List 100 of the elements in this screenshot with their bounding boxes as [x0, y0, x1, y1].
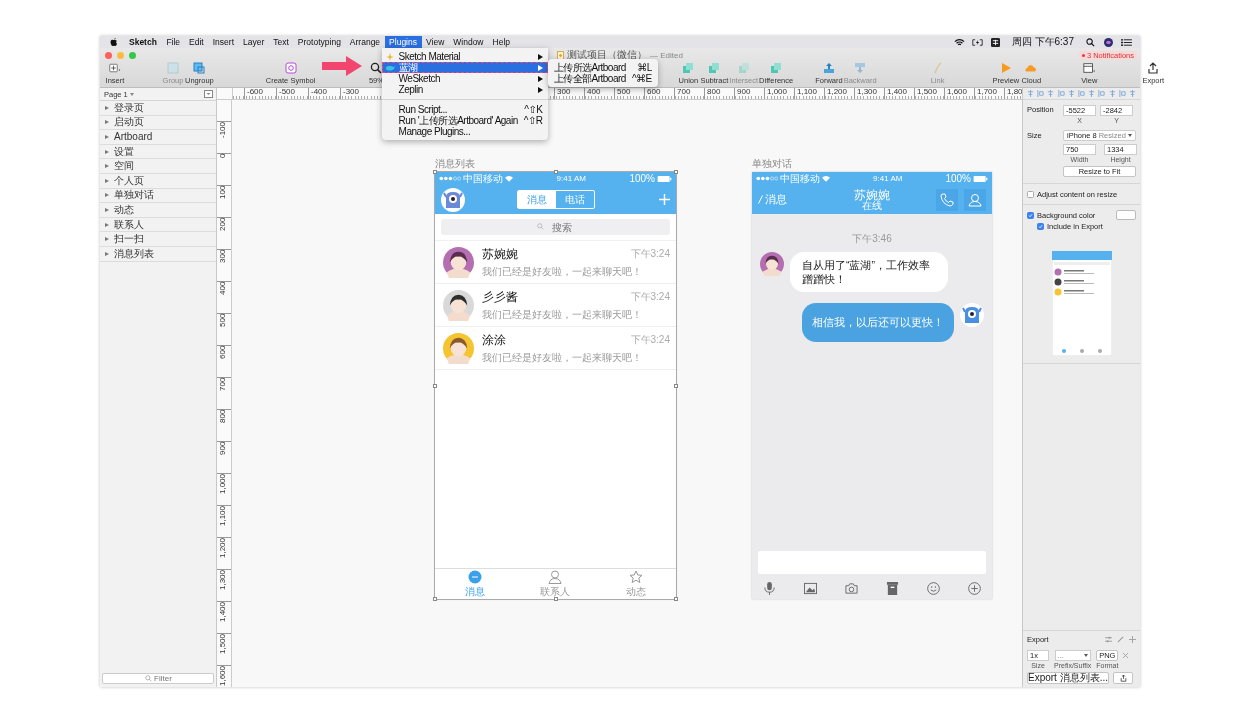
window-icon	[1083, 62, 1096, 74]
filter-field[interactable]: Filter	[102, 673, 214, 684]
checkbox[interactable]	[1027, 211, 1034, 219]
menu-item[interactable]: Insert	[208, 36, 239, 48]
artboard-name[interactable]: 消息列表	[435, 158, 475, 170]
menu-item[interactable]: Run '上传所选Artboard' Again ^⇧R	[381, 115, 548, 126]
color-swatch[interactable]	[1116, 210, 1136, 220]
disclosure-triangle[interactable]	[105, 193, 109, 198]
box-icon[interactable]	[886, 582, 899, 595]
menu-item[interactable]: Edit	[184, 36, 209, 48]
layer-list-row[interactable]: 联系人	[100, 217, 216, 233]
artboard-name[interactable]: 单独对话	[752, 158, 792, 170]
layer-list-row[interactable]: 单独对话	[100, 188, 216, 204]
monster-avatar-icon[interactable]	[441, 187, 465, 212]
disclosure-triangle[interactable]	[105, 207, 109, 212]
layer-list-row[interactable]: 消息列表	[100, 246, 216, 262]
alignment-icon[interactable]	[1128, 90, 1136, 97]
menu-item[interactable]: Arrange	[345, 36, 385, 48]
add-icon[interactable]	[1129, 635, 1136, 643]
microphone-icon[interactable]	[763, 582, 776, 595]
selection-handle[interactable]	[674, 383, 678, 388]
disclosure-triangle[interactable]	[105, 178, 109, 183]
menu-item[interactable]: Prototyping	[293, 36, 346, 48]
disclosure-triangle[interactable]	[105, 222, 109, 227]
menu-item[interactable]: Layer	[238, 36, 269, 48]
wifi-icon[interactable]	[953, 37, 965, 47]
apple-icon[interactable]	[110, 37, 118, 47]
alignment-icon[interactable]	[1027, 90, 1034, 97]
selection-handle[interactable]	[674, 597, 678, 601]
layer-list-row[interactable]: 空间	[100, 159, 216, 174]
checkbox[interactable]	[1037, 222, 1044, 230]
menu-item[interactable]: Help	[488, 36, 515, 48]
share-button[interactable]	[1113, 672, 1133, 684]
add-icon[interactable]	[968, 582, 981, 595]
disclosure-triangle[interactable]	[105, 251, 109, 256]
search-icon[interactable]	[1085, 37, 1096, 47]
collapse-icon[interactable]	[204, 90, 213, 98]
alignment-icon[interactable]	[1057, 90, 1065, 97]
layer-list-row[interactable]: 扫一扫	[100, 232, 216, 247]
image-icon[interactable]	[804, 582, 817, 595]
export-button[interactable]: Export 消息列表...	[1027, 672, 1109, 684]
back-chevron-icon[interactable]	[758, 195, 763, 204]
alignment-icon[interactable]	[1067, 90, 1075, 97]
menu-item[interactable]: File	[161, 36, 185, 48]
disclosure-triangle[interactable]	[105, 135, 109, 139]
battery-icon[interactable]	[971, 37, 983, 47]
search-field[interactable]: 搜索	[441, 219, 670, 235]
knife-icon[interactable]	[1117, 635, 1124, 643]
alignment-icon[interactable]	[1088, 90, 1096, 97]
alignment-icon[interactable]	[1118, 90, 1126, 97]
layer-list-row[interactable]: 动态	[100, 203, 216, 218]
layer-list-row[interactable]: 个人页	[100, 173, 216, 189]
menu-item[interactable]: 上传所选Artboard ⌘L	[547, 62, 658, 73]
artboard[interactable]: 中国移动 9:41 AM 100% 消息 苏婉婉 在线 下午3:46 自从用了“蓝湖”，工作效率蹭蹭快！ 相信我，以后还可以更快！	[752, 172, 992, 599]
layer-list-row[interactable]: 登录页	[100, 101, 216, 116]
menu-item[interactable]: Manage Plugins...	[381, 126, 548, 137]
selection-handle[interactable]	[553, 170, 558, 174]
menu-item[interactable]: Text	[268, 36, 294, 48]
selection-handle[interactable]	[674, 170, 678, 174]
disclosure-triangle[interactable]	[105, 164, 109, 169]
disclosure-triangle[interactable]	[105, 149, 109, 154]
layer-list-row[interactable]: 设置	[100, 144, 216, 160]
selection-handle[interactable]	[433, 170, 437, 174]
profile-button[interactable]	[964, 188, 986, 211]
input-method-icon[interactable]	[989, 37, 1001, 47]
alignment-icon[interactable]	[1098, 90, 1106, 97]
menu-item[interactable]: 上传全部Artboard ^⌘E	[547, 73, 658, 84]
alignment-icon[interactable]	[1108, 90, 1116, 97]
menu-item[interactable]: WeSketch	[381, 73, 548, 84]
disclosure-triangle[interactable]	[105, 120, 109, 125]
sliders-icon[interactable]	[1105, 635, 1112, 643]
clock[interactable]: 周四 下午6:37	[1011, 35, 1074, 49]
battery-label: 100%	[629, 173, 655, 184]
menu-item[interactable]: Plugins	[384, 36, 422, 48]
layer-list-row[interactable]: Artboard	[100, 130, 216, 145]
siri-icon[interactable]	[1103, 37, 1114, 47]
camera-icon[interactable]	[845, 582, 858, 595]
alignment-icon[interactable]	[1047, 90, 1055, 97]
menu-item[interactable]: Run Script... ^⇧K	[381, 104, 548, 115]
close-icon[interactable]	[1123, 653, 1129, 658]
selection-handle[interactable]	[433, 383, 437, 388]
menu-item[interactable]: View	[421, 36, 449, 48]
emoji-icon[interactable]	[927, 582, 940, 595]
app-menu[interactable]: Sketch	[124, 37, 162, 47]
close-button[interactable]	[105, 51, 112, 59]
selection-handle[interactable]	[433, 597, 437, 601]
zoom-button[interactable]	[129, 51, 136, 59]
list-icon[interactable]	[1121, 37, 1132, 47]
person-icon	[548, 569, 563, 584]
checkbox[interactable]	[1027, 190, 1034, 198]
menu-item[interactable]: Zeplin	[381, 84, 548, 95]
layer-list-row[interactable]: 启动页	[100, 115, 216, 131]
disclosure-triangle[interactable]	[105, 237, 109, 242]
disclosure-triangle[interactable]	[105, 105, 109, 110]
alignment-icon[interactable]	[1077, 90, 1085, 97]
alignment-icon[interactable]	[1037, 90, 1045, 97]
menu-item[interactable]: 蓝湖	[381, 62, 548, 73]
call-button[interactable]	[936, 188, 958, 211]
selection-handle[interactable]	[553, 597, 558, 601]
menu-item[interactable]: Window	[448, 36, 488, 48]
